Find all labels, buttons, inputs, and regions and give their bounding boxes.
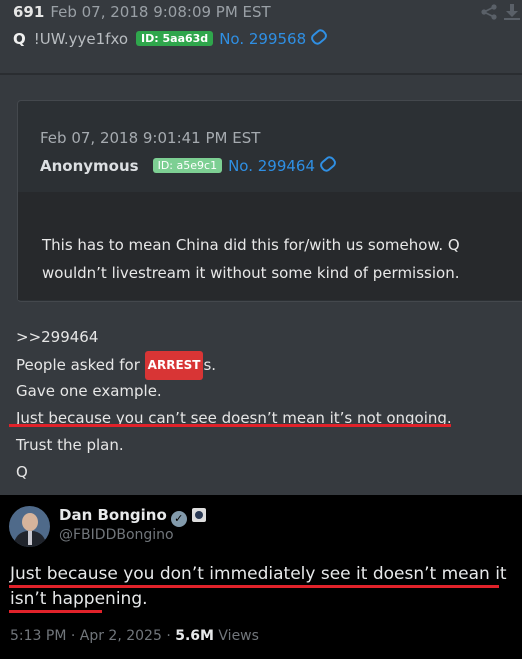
q-post-panel: 691 Feb 07, 2018 9:08:09 PM EST Q !UW.yye1… xyxy=(0,0,522,495)
quoted-post-link[interactable]: No. 299464 xyxy=(228,157,315,175)
post-signature: Q xyxy=(16,463,28,481)
tweet-author-name[interactable]: Dan Bongino ✓ xyxy=(59,506,206,527)
quoted-post: Feb 07, 2018 9:01:41 PM EST Anonymous ID:… xyxy=(17,100,522,302)
quoted-author-line: Anonymous ID: a5e9c1 No. 299464 xyxy=(40,154,338,175)
red-underline xyxy=(9,585,499,588)
post-date: Feb 07, 2018 9:08:09 PM EST xyxy=(50,3,271,21)
quoted-id-badge[interactable]: ID: a5e9c1 xyxy=(152,158,223,173)
government-badge-icon xyxy=(191,508,206,522)
tweet-views-label: Views xyxy=(213,628,259,644)
post-author-line: Q !UW.yye1fxo ID: 5aa63d No. 299568 xyxy=(13,27,330,48)
post-line: Trust the plan. xyxy=(16,436,124,454)
tweet-timestamp[interactable]: 5:13 PM · Apr 2, 2025 · xyxy=(10,628,175,644)
link-chain-icon[interactable] xyxy=(318,154,338,174)
red-underline xyxy=(9,424,451,427)
post-header-line: 691 Feb 07, 2018 9:08:09 PM EST xyxy=(13,3,271,21)
post-number-link[interactable]: No. 299568 xyxy=(219,30,306,48)
post-author: Q xyxy=(13,30,26,48)
red-underline xyxy=(9,610,102,613)
quoted-text: This has to mean China did this for/with… xyxy=(42,236,460,282)
quoted-author: Anonymous xyxy=(40,157,139,175)
poster-id-badge[interactable]: ID: 5aa63d xyxy=(136,31,214,46)
post-line-highlighted: Just because you can’t see doesn’t mean … xyxy=(16,409,452,427)
avatar[interactable] xyxy=(9,506,50,547)
reply-link[interactable]: >>299464 xyxy=(16,324,452,351)
post-tripcode: !UW.yye1fxo xyxy=(33,30,129,48)
link-chain-icon[interactable] xyxy=(309,27,330,47)
arrest-highlight: ARREST xyxy=(144,351,204,380)
verified-badge-icon: ✓ xyxy=(170,511,187,527)
download-icon[interactable] xyxy=(503,3,521,21)
tweet-panel: Dan Bongino ✓ @FBIDDBongino Just because … xyxy=(0,495,522,659)
tweet-view-count: 5.6M xyxy=(175,628,214,644)
tweet-meta: 5:13 PM · Apr 2, 2025 · 5.6M Views xyxy=(10,628,259,644)
share-icon[interactable] xyxy=(480,4,498,20)
quoted-date: Feb 07, 2018 9:01:41 PM EST xyxy=(40,129,261,147)
post-line: People asked for ARREST s. xyxy=(16,351,452,380)
post-number: 691 xyxy=(13,3,45,21)
post-line: Gave one example. xyxy=(16,382,162,400)
header-divider xyxy=(0,73,522,75)
post-body: >>299464 People asked for ARREST s. Gave … xyxy=(16,324,452,486)
tweet-handle[interactable]: @FBIDDBongino xyxy=(59,527,174,543)
